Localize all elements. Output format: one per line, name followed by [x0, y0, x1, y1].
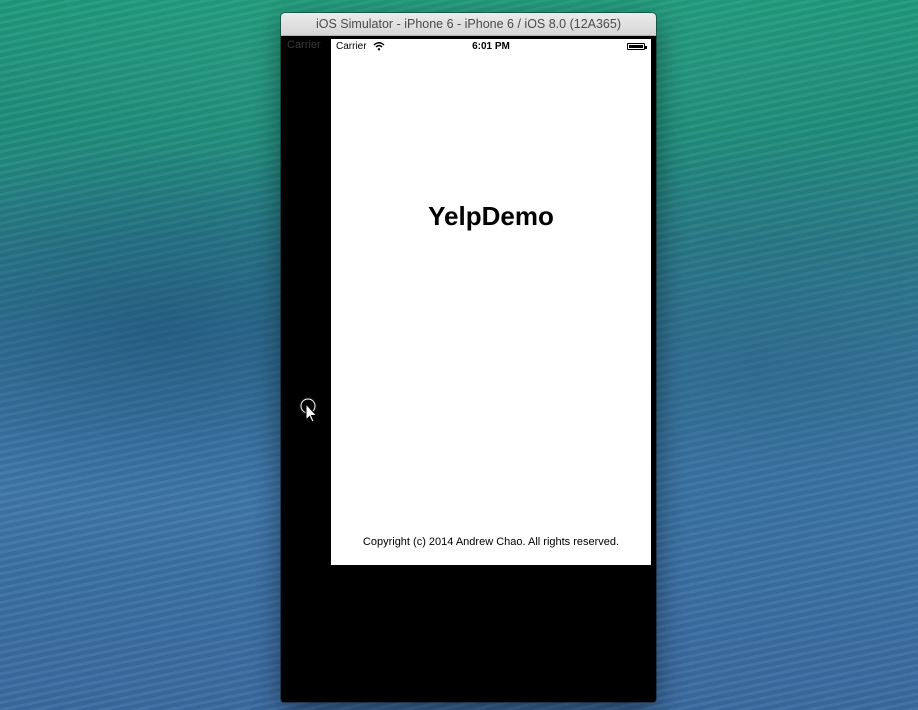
device-screen[interactable]: Carrier 6:01 PM YelpDemo Copyright (c) 2… — [331, 39, 651, 565]
simulator-window: iOS Simulator - iPhone 6 - iPhone 6 / iO… — [281, 13, 656, 702]
copyright-text: Copyright (c) 2014 Andrew Chao. All righ… — [362, 536, 620, 548]
app-title: YelpDemo — [428, 201, 554, 231]
window-titlebar[interactable]: iOS Simulator - iPhone 6 - iPhone 6 / iO… — [281, 13, 656, 36]
status-bar: Carrier 6:01 PM — [331, 39, 651, 55]
touch-pointer-icon — [298, 396, 318, 423]
status-time: 6:01 PM — [472, 41, 510, 52]
battery-icon — [627, 43, 647, 50]
background-carrier-label: Carrier — [287, 39, 321, 51]
